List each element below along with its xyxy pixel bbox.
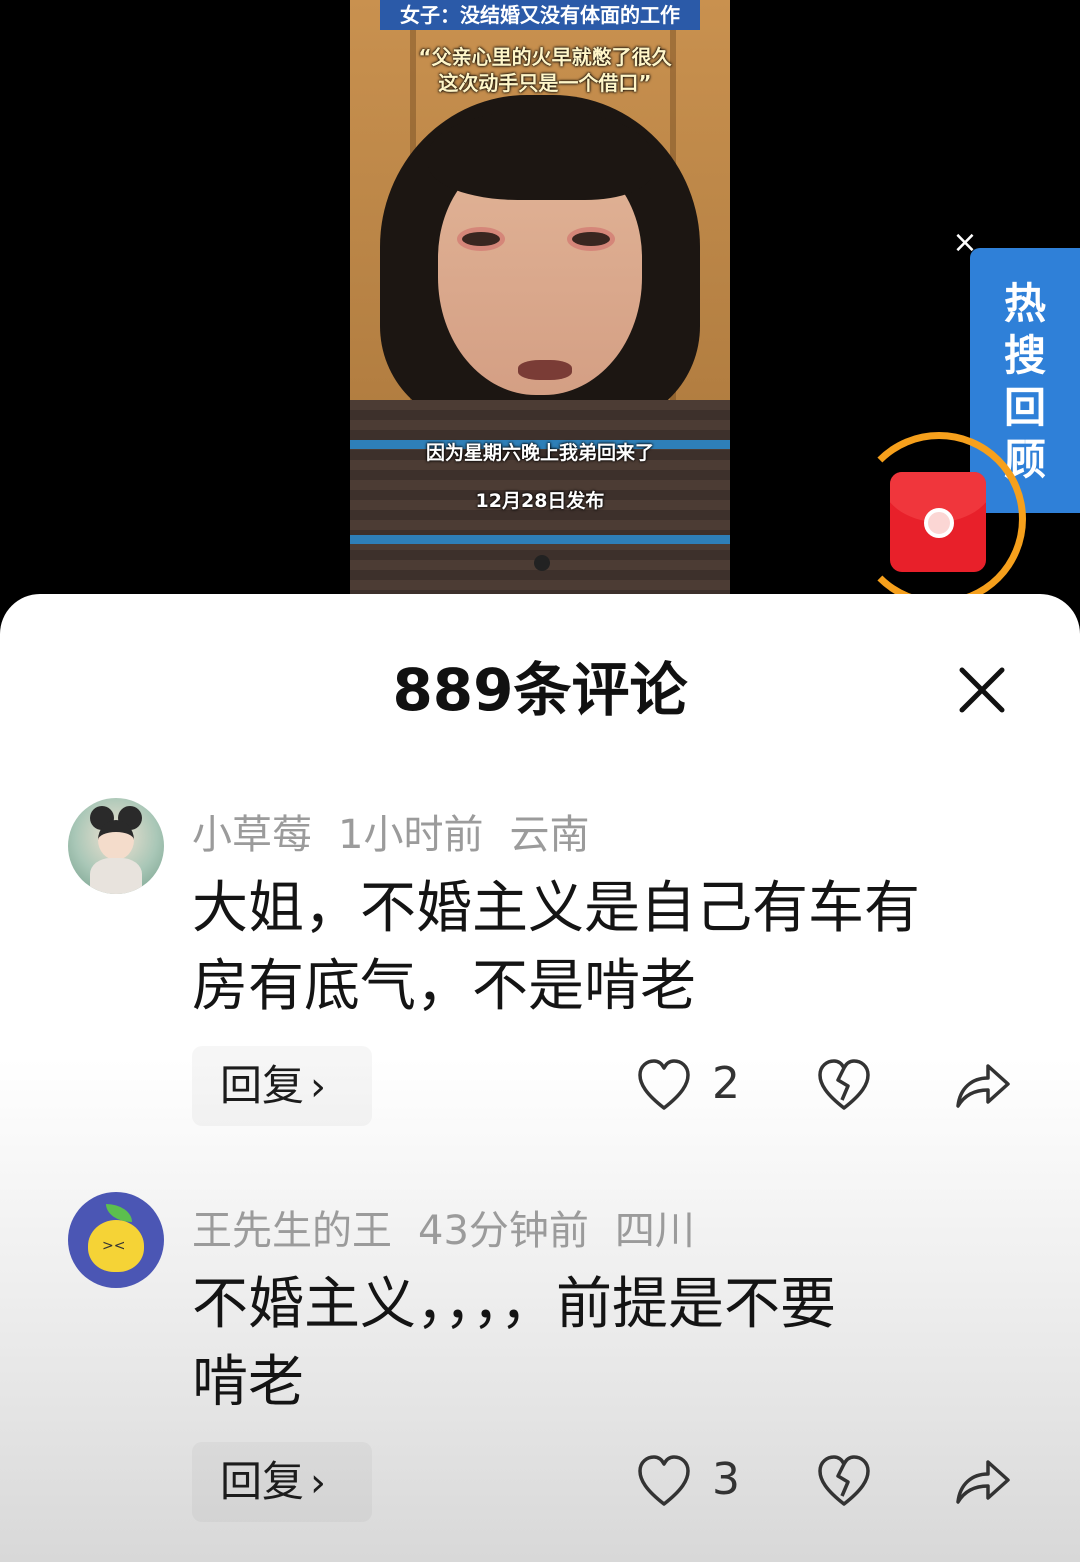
- video-title: 女子：没结婚又没有体面的工作: [380, 0, 700, 30]
- share-icon[interactable]: [952, 1056, 1012, 1116]
- comment-location: 云南: [509, 812, 590, 858]
- like-count: 2: [712, 1058, 740, 1109]
- comment-text[interactable]: 不婚主义，，，，前提是不要 啃老: [192, 1266, 992, 1422]
- like-count: 3: [712, 1454, 740, 1505]
- avatar[interactable]: ><: [68, 1192, 164, 1288]
- comments-count-title: 889条评论: [392, 656, 688, 724]
- hot-search-char: 热: [1003, 279, 1046, 328]
- comments-sheet: 889条评论 小草莓 1小时前 云南 大姐，不婚主义是自己有车有 房有底气，不是啃老…: [0, 594, 1080, 1562]
- close-icon[interactable]: [952, 660, 1012, 720]
- heart-icon[interactable]: [636, 1056, 692, 1116]
- comment-meta: 王先生的王 43分钟前 四川: [192, 1198, 721, 1256]
- heart-icon[interactable]: [636, 1452, 692, 1512]
- video-quote: “父亲心里的火早就憋了很久 这次动手只是一个借口”: [395, 44, 695, 96]
- video-subtitle: 因为星期六晚上我弟回来了: [425, 442, 654, 464]
- comment-text-line: 房有底气，不是啃老: [192, 954, 696, 1019]
- comment-time: 1小时前: [338, 812, 484, 858]
- reply-label: 回复: [220, 1457, 305, 1506]
- person-eye: [572, 232, 610, 246]
- chevron-right-icon: ›: [310, 1064, 327, 1110]
- comment-text[interactable]: 大姐，不婚主义是自己有车有 房有底气，不是啃老: [192, 870, 992, 1026]
- reply-button[interactable]: 回复 ›: [192, 1046, 372, 1126]
- video-player[interactable]: 女子：没结婚又没有体面的工作 “父亲心里的火早就憋了很久 这次动手只是一个借口”…: [0, 0, 1080, 620]
- comment-time: 43分钟前: [418, 1208, 589, 1254]
- broken-heart-icon[interactable]: [816, 1452, 872, 1512]
- red-envelope-icon[interactable]: [890, 472, 986, 572]
- video-quote-line: 这次动手只是一个借口”: [438, 71, 652, 95]
- video-quote-line: “父亲心里的火早就憋了很久: [418, 45, 672, 69]
- hot-search-char: 回: [1003, 383, 1046, 432]
- comment-username[interactable]: 小草莓: [192, 812, 312, 858]
- hot-search-char: 搜: [1003, 331, 1046, 380]
- chevron-right-icon: ›: [310, 1460, 327, 1506]
- video-publish-date: 12月28日发布: [475, 490, 605, 512]
- reply-button[interactable]: 回复 ›: [192, 1442, 372, 1522]
- avatar[interactable]: [68, 798, 164, 894]
- broken-heart-icon[interactable]: [816, 1056, 872, 1116]
- comment-text-line: 不婚主义，，，，前提是不要: [192, 1272, 836, 1337]
- comment-location: 四川: [614, 1208, 695, 1254]
- person-eye: [462, 232, 500, 246]
- comment-meta: 小草莓 1小时前 云南: [192, 802, 615, 860]
- person-bangs: [428, 110, 652, 200]
- comment-text-line: 啃老: [192, 1350, 304, 1415]
- person-mouth: [518, 360, 572, 380]
- reply-label: 回复: [220, 1061, 305, 1110]
- comment-text-line: 大姐，不婚主义是自己有车有: [192, 876, 920, 941]
- comment-username[interactable]: 王先生的王: [192, 1208, 392, 1254]
- share-icon[interactable]: [952, 1452, 1012, 1512]
